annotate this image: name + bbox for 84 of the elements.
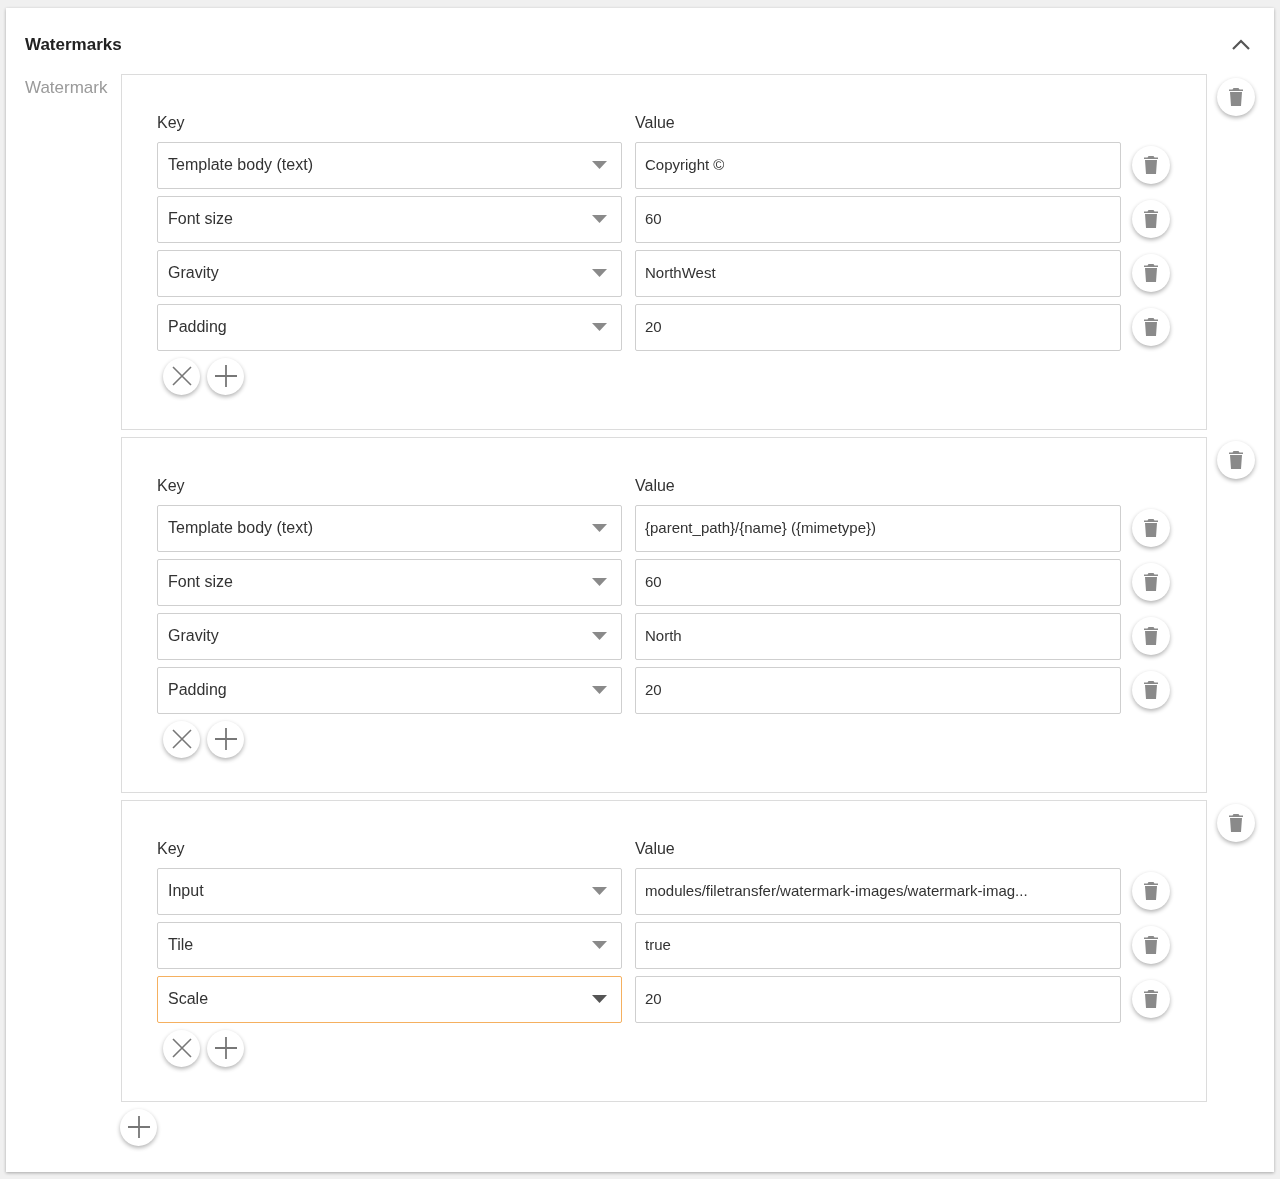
key-select[interactable]: Template body (text): [157, 504, 622, 552]
key-select[interactable]: Padding: [157, 303, 622, 351]
key-select[interactable]: Scale: [157, 975, 622, 1023]
delete-button[interactable]: [1132, 872, 1170, 910]
key-label: Key: [157, 475, 186, 496]
caret-icon: [592, 524, 607, 532]
delete-button[interactable]: [1132, 980, 1170, 1018]
delete-button[interactable]: [1132, 926, 1170, 964]
trash-icon: [1229, 450, 1243, 469]
value-field[interactable]: {parent_path}/{name} ({mimetype}): [635, 504, 1121, 552]
caret-icon: [592, 161, 607, 169]
delete-button[interactable]: [1132, 617, 1170, 655]
value-field[interactable]: Copyright ©: [635, 141, 1121, 189]
delete-button[interactable]: [1132, 146, 1170, 184]
delete-button[interactable]: [1217, 803, 1255, 842]
caret-icon: [592, 632, 607, 640]
trash-icon: [1144, 210, 1158, 228]
add-button[interactable]: [207, 357, 244, 395]
key-select[interactable]: Input: [157, 867, 622, 915]
delete-button[interactable]: [1217, 77, 1255, 116]
trash-icon: [1144, 882, 1158, 900]
caret-icon: [592, 686, 607, 694]
key-select[interactable]: Font size: [157, 558, 622, 606]
value-label: Value: [635, 112, 675, 133]
add-button[interactable]: [207, 1029, 244, 1067]
plus-icon: [127, 1116, 150, 1138]
value-field[interactable]: 60: [635, 558, 1121, 606]
delete-button[interactable]: [1132, 671, 1170, 709]
trash-icon: [1144, 264, 1158, 282]
remove-button[interactable]: [163, 720, 200, 758]
caret-icon: [592, 215, 607, 223]
close-icon: [171, 366, 192, 386]
trash-icon: [1144, 156, 1158, 174]
key-select[interactable]: Padding: [157, 666, 622, 714]
caret-icon: [592, 578, 607, 586]
key-select[interactable]: Gravity: [157, 612, 622, 660]
trash-icon: [1229, 87, 1243, 106]
value-field[interactable]: modules/filetransfer/watermark-images/watermark-imag...: [635, 867, 1121, 915]
trash-icon: [1144, 681, 1158, 699]
section-title: Watermarks: [25, 34, 122, 56]
value-field[interactable]: 20: [635, 303, 1121, 351]
key-label: Key: [157, 112, 186, 133]
caret-icon: [592, 941, 607, 949]
close-icon: [171, 1038, 192, 1058]
value-field[interactable]: NorthWest: [635, 249, 1121, 297]
value-label: Value: [635, 838, 675, 859]
plus-icon: [214, 1037, 237, 1059]
caret-icon: [592, 887, 607, 895]
close-icon: [171, 729, 192, 749]
value-label: Value: [635, 475, 675, 496]
trash-icon: [1144, 318, 1158, 336]
plus-icon: [214, 365, 237, 387]
trash-icon: [1229, 813, 1243, 832]
caret-icon: [592, 269, 607, 277]
delete-button[interactable]: [1217, 440, 1255, 479]
delete-button[interactable]: [1132, 200, 1170, 238]
trash-icon: [1144, 936, 1158, 954]
caret-icon: [592, 323, 607, 331]
chevron-icon: [1232, 39, 1250, 51]
delete-button[interactable]: [1132, 308, 1170, 346]
caret-icon: [592, 995, 607, 1003]
add-button[interactable]: [120, 1108, 157, 1146]
trash-icon: [1144, 990, 1158, 1008]
value-field[interactable]: 20: [635, 975, 1121, 1023]
value-field[interactable]: true: [635, 921, 1121, 969]
key-select[interactable]: Tile: [157, 921, 622, 969]
plus-icon: [214, 728, 237, 750]
trash-icon: [1144, 519, 1158, 537]
field-label: Watermark: [25, 76, 109, 99]
key-select[interactable]: Font size: [157, 195, 622, 243]
remove-button[interactable]: [163, 357, 200, 395]
delete-button[interactable]: [1132, 254, 1170, 292]
key-select[interactable]: Template body (text): [157, 141, 622, 189]
value-field[interactable]: North: [635, 612, 1121, 660]
add-button[interactable]: [207, 720, 244, 758]
remove-button[interactable]: [163, 1029, 200, 1067]
key-label: Key: [157, 838, 186, 859]
key-select[interactable]: Gravity: [157, 249, 622, 297]
value-field[interactable]: 60: [635, 195, 1121, 243]
trash-icon: [1144, 627, 1158, 645]
trash-icon: [1144, 573, 1158, 591]
delete-button[interactable]: [1132, 563, 1170, 601]
delete-button[interactable]: [1132, 509, 1170, 547]
value-field[interactable]: 20: [635, 666, 1121, 714]
